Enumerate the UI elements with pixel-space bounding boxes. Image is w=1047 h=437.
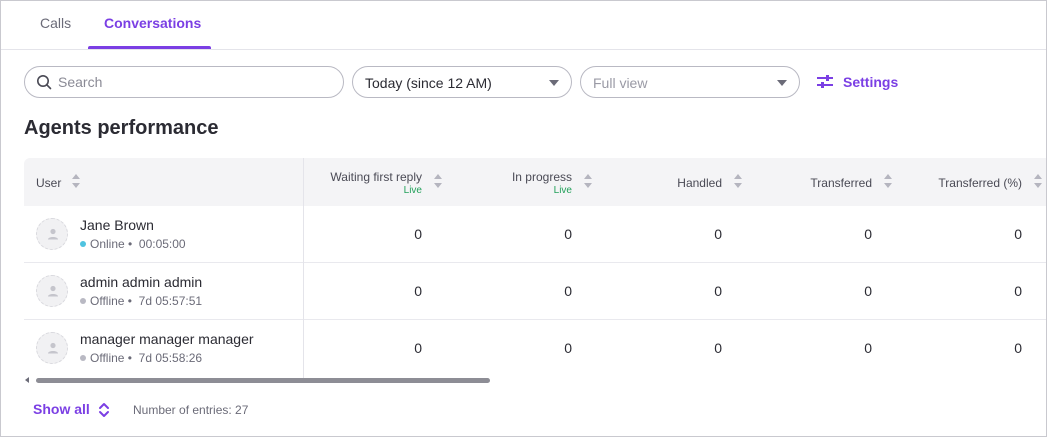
- cell-waiting-first-reply: 0: [414, 340, 422, 356]
- status-time: 00:05:00: [138, 237, 186, 251]
- sort-icon[interactable]: [72, 174, 81, 190]
- tab-calls[interactable]: Calls: [40, 15, 71, 31]
- search-icon: [37, 75, 52, 90]
- agent-name: admin admin admin: [80, 274, 203, 290]
- column-label: In progress: [511, 170, 572, 184]
- sort-icon[interactable]: [584, 174, 593, 190]
- show-all-button[interactable]: Show all: [33, 401, 90, 417]
- search-box[interactable]: [24, 66, 344, 98]
- status-dot: [80, 241, 86, 247]
- column-label: Transferred: [810, 176, 872, 190]
- expand-icon[interactable]: [98, 402, 110, 418]
- agents-table: User Waiting first reply Live In progres…: [24, 158, 1046, 378]
- agent-status: Offline • 7d 05:58:26: [80, 351, 202, 365]
- column-label: User: [36, 176, 62, 190]
- chevron-down-icon: [777, 80, 787, 86]
- status-text: Offline: [90, 351, 125, 365]
- live-badge: Live: [403, 185, 422, 196]
- cell-transferred: 0: [864, 226, 872, 242]
- cell-in-progress: 0: [564, 283, 572, 299]
- sort-icon[interactable]: [1034, 174, 1043, 190]
- cell-transferred-percent: 0: [1014, 226, 1022, 242]
- cell-in-progress: 0: [564, 226, 572, 242]
- search-input[interactable]: [58, 67, 338, 97]
- table-row[interactable]: manager manager manager Offline • 7d 05:…: [24, 320, 1046, 377]
- user-avatar-icon: [48, 285, 58, 297]
- app-frame: Calls Conversations Today (since 12 AM) …: [0, 0, 1047, 437]
- column-label: Transferred (%): [938, 176, 1022, 190]
- status-time: 7d 05:58:26: [138, 351, 203, 365]
- column-header-transferred-percent[interactable]: Transferred (%): [914, 158, 1044, 206]
- status-time: 7d 05:57:51: [138, 294, 203, 308]
- scroll-left-arrow-icon[interactable]: [25, 377, 29, 383]
- cell-transferred-percent: 0: [1014, 283, 1022, 299]
- sort-icon[interactable]: [434, 174, 443, 190]
- cell-transferred: 0: [864, 283, 872, 299]
- sort-icon[interactable]: [734, 174, 743, 190]
- status-text: Online: [90, 237, 125, 251]
- agent-status: Offline • 7d 05:57:51: [80, 294, 202, 308]
- agent-name: manager manager manager: [80, 331, 254, 347]
- status-dot: [80, 298, 86, 304]
- column-label: Handled: [677, 176, 722, 190]
- column-header-handled[interactable]: Handled: [644, 158, 744, 206]
- column-header-waiting-first-reply[interactable]: Waiting first reply Live: [314, 158, 444, 206]
- cell-handled: 0: [714, 283, 722, 299]
- column-label: Waiting first reply: [330, 170, 422, 184]
- table-header: User Waiting first reply Live In progres…: [24, 158, 1046, 206]
- settings-sliders-icon: [817, 75, 833, 88]
- cell-waiting-first-reply: 0: [414, 283, 422, 299]
- table-row[interactable]: admin admin admin Offline • 7d 05:57:51 …: [24, 263, 1046, 320]
- column-header-in-progress[interactable]: In progress Live: [484, 158, 594, 206]
- active-tab-indicator: [88, 46, 211, 49]
- user-avatar-icon: [48, 342, 58, 354]
- column-header-user[interactable]: User: [36, 158, 96, 206]
- tab-bar: Calls Conversations: [1, 1, 1046, 50]
- settings-label: Settings: [843, 74, 899, 90]
- status-text: Offline: [90, 294, 125, 308]
- period-value: Today (since 12 AM): [365, 75, 492, 91]
- agent-status: Online • 00:05:00: [80, 237, 186, 251]
- agent-name: Jane Brown: [80, 217, 154, 233]
- user-avatar-icon: [48, 228, 58, 240]
- tab-conversations[interactable]: Conversations: [104, 15, 201, 31]
- cell-transferred: 0: [864, 340, 872, 356]
- sort-icon[interactable]: [884, 174, 893, 190]
- cell-waiting-first-reply: 0: [414, 226, 422, 242]
- avatar: [36, 218, 68, 250]
- view-select[interactable]: Full view: [580, 66, 800, 98]
- avatar: [36, 275, 68, 307]
- cell-in-progress: 0: [564, 340, 572, 356]
- live-badge: Live: [553, 185, 572, 196]
- column-divider: [303, 158, 304, 378]
- avatar: [36, 332, 68, 364]
- cell-transferred-percent: 0: [1014, 340, 1022, 356]
- column-header-transferred[interactable]: Transferred: [794, 158, 894, 206]
- chevron-down-icon: [549, 80, 559, 86]
- page-title: Agents performance: [24, 117, 219, 139]
- status-dot: [80, 355, 86, 361]
- period-select[interactable]: Today (since 12 AM): [352, 66, 572, 98]
- horizontal-scrollbar[interactable]: [36, 378, 490, 383]
- table-row[interactable]: Jane Brown Online • 00:05:00 0 0 0 0 0: [24, 206, 1046, 263]
- view-placeholder: Full view: [593, 75, 648, 91]
- entries-count: Number of entries: 27: [133, 403, 249, 417]
- cell-handled: 0: [714, 226, 722, 242]
- cell-handled: 0: [714, 340, 722, 356]
